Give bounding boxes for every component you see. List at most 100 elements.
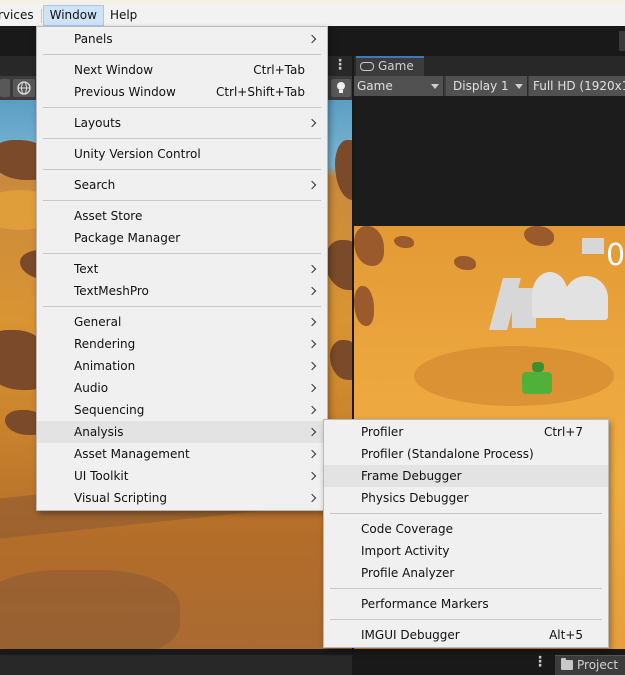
unity-editor-window: rvices Window Help ⋮ Game Game Display 1… (0, 0, 625, 675)
menu-item-label: Layouts (74, 116, 122, 130)
globe-icon[interactable] (13, 79, 35, 97)
game-rock (354, 226, 384, 266)
menu-item-asset-store[interactable]: Asset Store (37, 205, 327, 227)
menu-item-label: Import Activity (361, 544, 450, 558)
resolution-dropdown[interactable]: Full HD (1920x10 (529, 76, 625, 96)
game-rock (524, 226, 554, 246)
menu-separator (37, 302, 327, 311)
menu-item-frame-debugger[interactable]: Frame Debugger (324, 465, 608, 487)
menu-item-label: Asset Store (74, 209, 143, 223)
menu-item-label: Asset Management (74, 447, 190, 461)
chevron-down-icon (431, 84, 439, 89)
menu-item-visual-scripting[interactable]: Visual Scripting (37, 487, 327, 509)
menu-item-audio[interactable]: Audio (37, 377, 327, 399)
menu-item-next-window[interactable]: Next Window Ctrl+Tab (37, 59, 327, 81)
menu-item-imgui-debugger[interactable]: IMGUI Debugger Alt+5 (324, 624, 608, 646)
bottom-bar (0, 649, 625, 675)
menu-item-label: Visual Scripting (74, 491, 167, 505)
menu-item-label: Frame Debugger (361, 469, 462, 483)
menu-item-import-activity[interactable]: Import Activity (324, 540, 608, 562)
menu-item-package-manager[interactable]: Package Manager (37, 227, 327, 249)
menu-item-shortcut: Alt+5 (549, 628, 583, 642)
chevron-right-icon (307, 427, 317, 437)
menu-item-label: Text (74, 262, 99, 276)
menu-separator (37, 249, 327, 258)
chevron-right-icon (307, 118, 317, 128)
menu-item-panels[interactable]: Panels (37, 28, 327, 50)
chevron-right-icon (307, 383, 317, 393)
resolution-value: Full HD (1920x10 (533, 79, 625, 93)
menu-item-general[interactable]: General (37, 311, 327, 333)
menu-item-profile-analyzer[interactable]: Profile Analyzer (324, 562, 608, 584)
building-dome (564, 276, 608, 320)
chevron-right-icon (307, 34, 317, 44)
menu-separator (37, 165, 327, 174)
menu-item-label: Code Coverage (361, 522, 454, 536)
menu-separator (324, 615, 608, 624)
menu-item-search[interactable]: Search (37, 174, 327, 196)
menu-item-sequencing[interactable]: Sequencing (37, 399, 327, 421)
scene-rock (325, 240, 352, 290)
menu-item-physics-debugger[interactable]: Physics Debugger (324, 487, 608, 509)
menu-services[interactable]: rvices (0, 5, 40, 26)
folder-icon (561, 658, 573, 670)
menu-item-profiler[interactable]: Profiler Ctrl+7 (324, 421, 608, 443)
lightbulb-icon[interactable] (331, 79, 351, 97)
game-rock (394, 236, 414, 248)
chevron-down-icon (515, 84, 523, 89)
toolbar-button[interactable] (619, 31, 625, 51)
game-mode-value: Game (357, 79, 393, 93)
menu-separator (324, 584, 608, 593)
chevron-right-icon (307, 339, 317, 349)
tab-game[interactable]: Game (356, 56, 424, 76)
menu-item-unity-version-control[interactable]: Unity Version Control (37, 143, 327, 165)
building (582, 238, 604, 254)
menu-item-label: Profile Analyzer (361, 566, 455, 580)
menu-item-shortcut: Ctrl+Tab (253, 63, 305, 77)
chevron-right-icon (307, 180, 317, 190)
scene-tool-button[interactable] (0, 79, 10, 97)
menu-item-asset-management[interactable]: Asset Management (37, 443, 327, 465)
gamepad-icon (360, 62, 374, 71)
menu-item-text[interactable]: Text (37, 258, 327, 280)
menu-item-ui-toolkit[interactable]: UI Toolkit (37, 465, 327, 487)
scene-rock (335, 140, 352, 200)
window-menu: Panels Next Window Ctrl+Tab Previous Window… (36, 26, 328, 511)
menu-item-profiler-standalone-process[interactable]: Profiler (Standalone Process) (324, 443, 608, 465)
tank (522, 372, 552, 394)
menu-separator (37, 103, 327, 112)
menu-item-previous-window[interactable]: Previous Window Ctrl+Shift+Tab (37, 81, 327, 103)
menu-item-layouts[interactable]: Layouts (37, 112, 327, 134)
chevron-right-icon (307, 493, 317, 503)
kebab-menu-icon[interactable]: ⋮ (333, 57, 347, 73)
menu-separator (40, 8, 42, 23)
menu-item-label: Rendering (74, 337, 136, 351)
menu-bar: rvices Window Help (0, 5, 625, 26)
menu-separator (37, 50, 327, 59)
building-dome (532, 272, 568, 318)
menu-item-label: Physics Debugger (361, 491, 469, 505)
game-mode-dropdown[interactable]: Game (354, 76, 444, 96)
menu-separator (324, 509, 608, 518)
menu-window[interactable]: Window (42, 5, 104, 26)
game-letterbox (354, 96, 625, 226)
tab-project[interactable]: Project (555, 655, 625, 675)
menu-item-label: General (74, 315, 122, 329)
display-value: Display 1 (453, 79, 509, 93)
menu-item-textmeshpro[interactable]: TextMeshPro (37, 280, 327, 302)
menu-item-analysis[interactable]: Analysis (37, 421, 327, 443)
chevron-right-icon (307, 361, 317, 371)
display-dropdown[interactable]: Display 1 (446, 76, 528, 96)
menu-item-label: Package Manager (74, 231, 181, 245)
chevron-right-icon (307, 471, 317, 481)
menu-item-performance-markers[interactable]: Performance Markers (324, 593, 608, 615)
menu-item-label: Search (74, 178, 116, 192)
menu-item-animation[interactable]: Animation (37, 355, 327, 377)
menu-item-rendering[interactable]: Rendering (37, 333, 327, 355)
menu-item-code-coverage[interactable]: Code Coverage (324, 518, 608, 540)
menu-item-shortcut: Ctrl+Shift+Tab (215, 85, 305, 99)
menu-item-label: Audio (74, 381, 109, 395)
game-rock (354, 286, 374, 326)
kebab-menu-icon[interactable]: ⋮ (533, 654, 547, 670)
menu-help[interactable]: Help (104, 5, 143, 26)
